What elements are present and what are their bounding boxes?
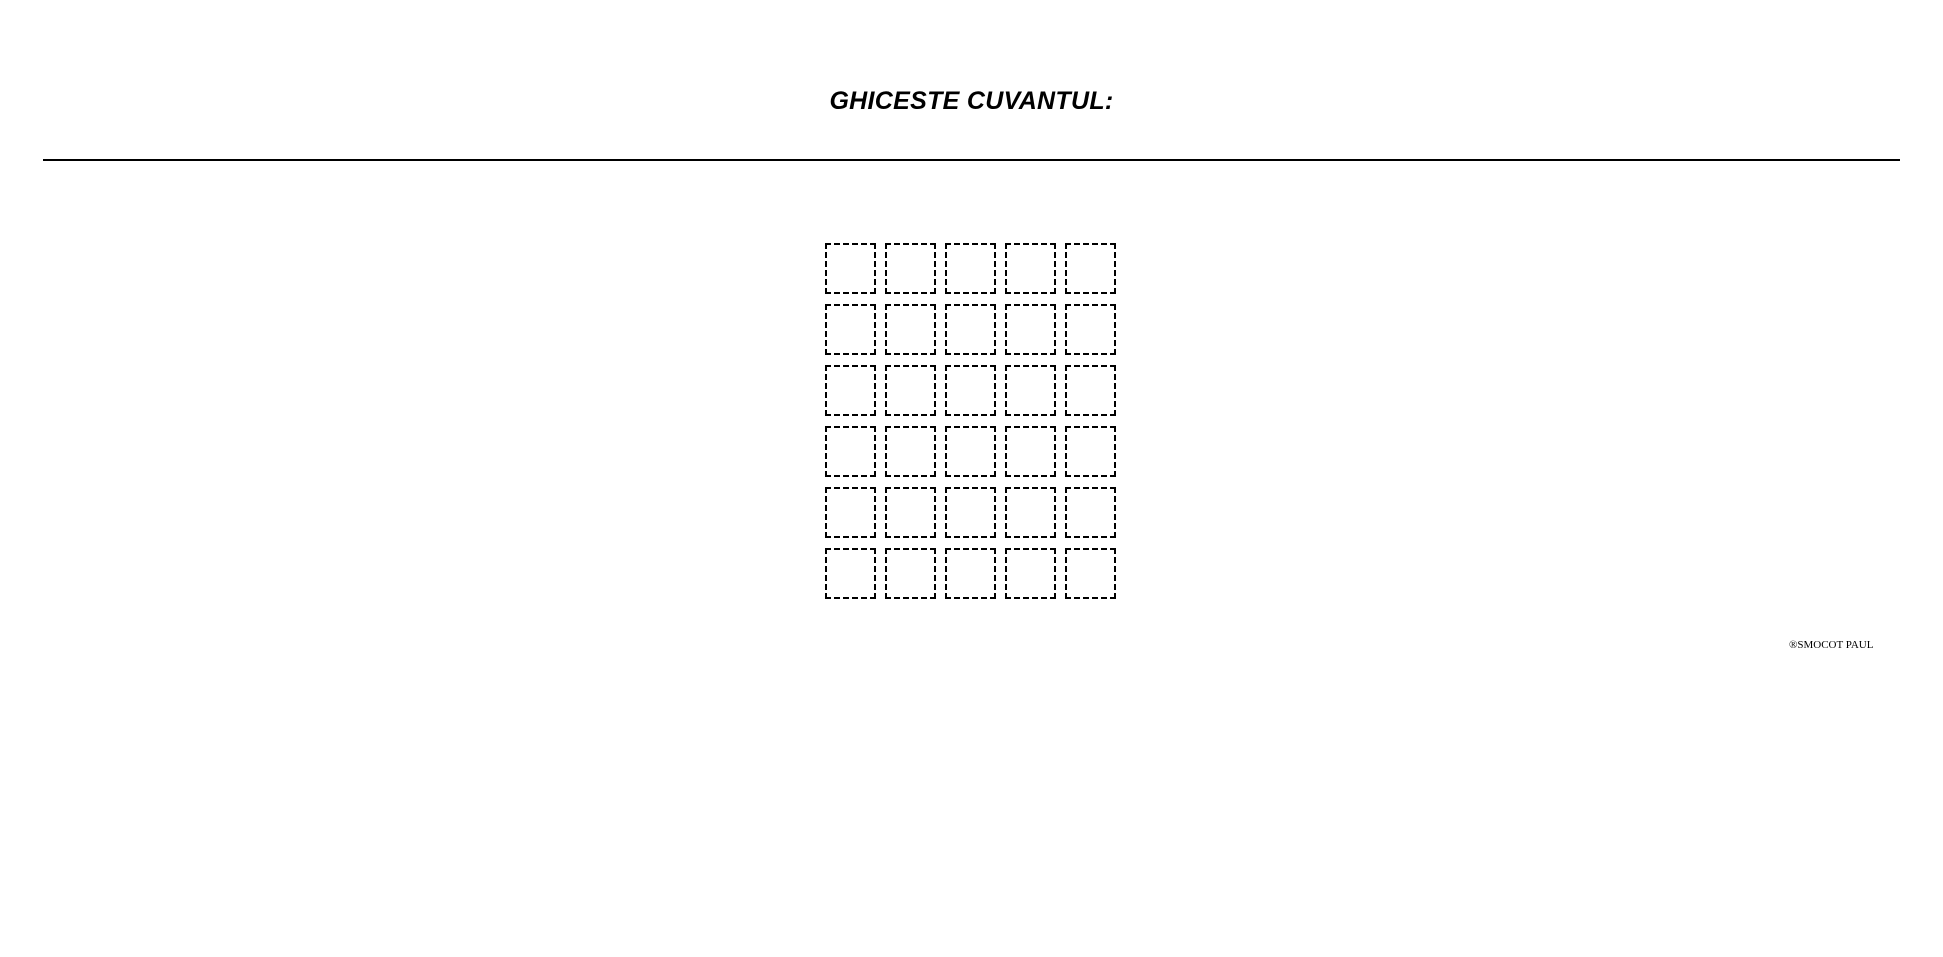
letter-tile[interactable] xyxy=(825,243,876,294)
letter-tile[interactable] xyxy=(885,243,936,294)
letter-tile[interactable] xyxy=(1065,243,1116,294)
letter-tile[interactable] xyxy=(1005,243,1056,294)
letter-tile[interactable] xyxy=(885,365,936,416)
letter-tile[interactable] xyxy=(945,243,996,294)
letter-tile[interactable] xyxy=(825,487,876,538)
letter-tile[interactable] xyxy=(945,548,996,599)
letter-tile[interactable] xyxy=(1005,487,1056,538)
letter-tile[interactable] xyxy=(1065,304,1116,355)
letter-tile[interactable] xyxy=(1065,426,1116,477)
letter-tile[interactable] xyxy=(1005,365,1056,416)
letter-tile[interactable] xyxy=(885,548,936,599)
letter-tile[interactable] xyxy=(945,365,996,416)
letter-tile[interactable] xyxy=(885,304,936,355)
letter-tile[interactable] xyxy=(1005,426,1056,477)
letter-tile[interactable] xyxy=(825,426,876,477)
page-title: GHICESTE CUVANTUL: xyxy=(829,87,1114,115)
letter-tile[interactable] xyxy=(945,426,996,477)
letter-tile[interactable] xyxy=(1005,548,1056,599)
letter-tile[interactable] xyxy=(825,548,876,599)
letter-tile[interactable] xyxy=(945,304,996,355)
letter-tile[interactable] xyxy=(825,304,876,355)
letter-tile[interactable] xyxy=(885,487,936,538)
letter-tile[interactable] xyxy=(1065,365,1116,416)
letter-tile[interactable] xyxy=(825,365,876,416)
letter-tile[interactable] xyxy=(1065,487,1116,538)
letter-tile[interactable] xyxy=(885,426,936,477)
letter-tile[interactable] xyxy=(1065,548,1116,599)
header-divider xyxy=(43,159,1900,161)
letter-tile[interactable] xyxy=(1005,304,1056,355)
letter-tile[interactable] xyxy=(945,487,996,538)
letter-grid xyxy=(825,243,1118,599)
copyright-credit: ®SMOCOT PAUL xyxy=(1789,639,1874,651)
